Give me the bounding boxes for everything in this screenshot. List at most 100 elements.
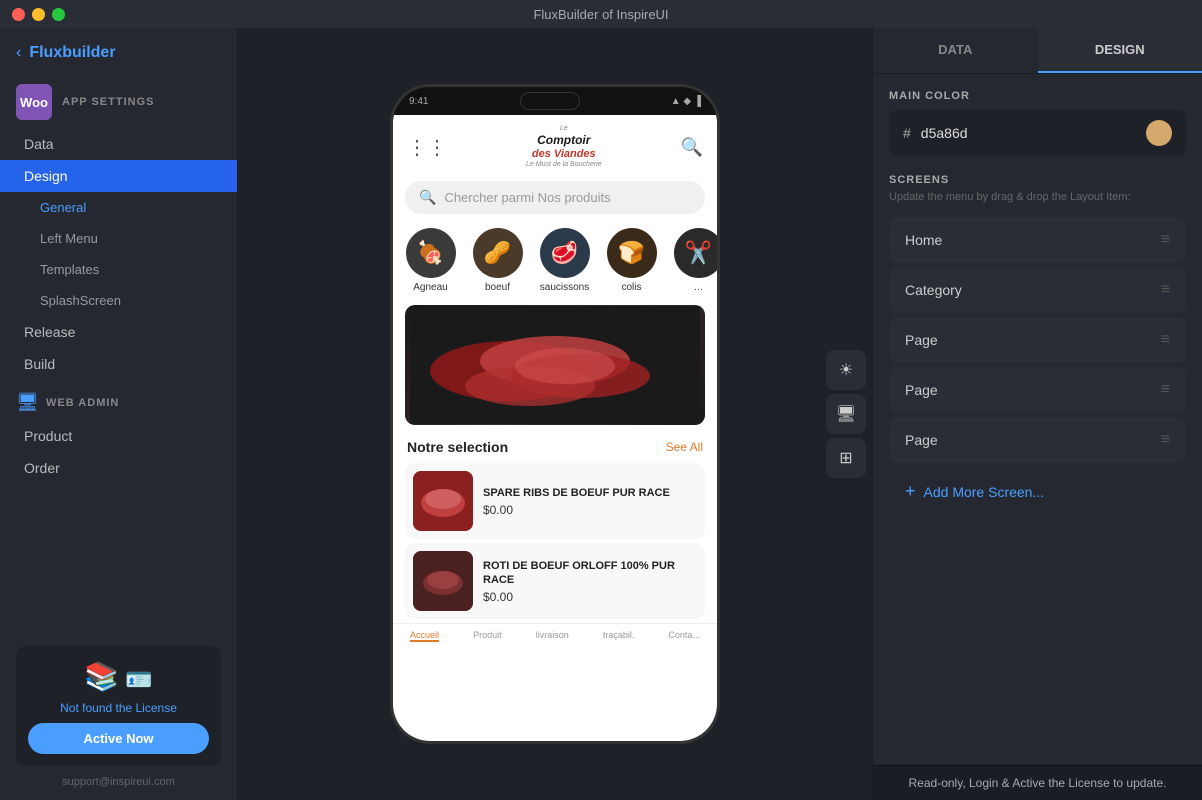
category-label-more: …	[694, 282, 704, 293]
product-card-1[interactable]: SPARE RIBS DE BOEUF PUR RACE $0.00	[405, 463, 705, 539]
sidebar-title: Fluxbuilder	[29, 44, 115, 62]
panel-content: MAIN COLOR # d5a86d SCREENS Update the m…	[873, 74, 1202, 765]
card-icon: 🪪	[125, 667, 152, 693]
books-icon: 📚	[84, 660, 119, 693]
phone-categories: 🍖 Agneau 🥜 boeuf 🥩 saucissons 🍞 colis	[393, 220, 717, 301]
main-color-label: MAIN COLOR	[889, 90, 1186, 102]
category-saucissons[interactable]: 🥩 saucissons	[537, 228, 592, 293]
category-boeuf[interactable]: 🥜 boeuf	[470, 228, 525, 293]
screen-item-page-1[interactable]: Page ≡	[889, 317, 1186, 363]
status-icons: ▲ ◆ ▐	[671, 96, 701, 107]
drag-handle-category[interactable]: ≡	[1161, 281, 1170, 299]
phone-camera	[520, 92, 580, 110]
category-label-colis: colis	[621, 282, 641, 293]
product-thumb-2	[413, 551, 473, 611]
back-icon[interactable]: ‹	[16, 44, 21, 62]
sidebar-header: ‹ Fluxbuilder	[0, 28, 237, 74]
product-card-2[interactable]: ROTI DE BOEUF ORLOFF 100% PUR RACE $0.00	[405, 543, 705, 619]
screen-label-page-1: Page	[905, 332, 938, 348]
phone-area: ☀ 🖥 ⊞ 9:41 ▲ ◆ ▐ ⋮⋮ Le Comptoir	[238, 28, 872, 800]
status-time: 9:41	[409, 96, 428, 107]
tab-design[interactable]: DESIGN	[1038, 28, 1202, 73]
app-settings-section: Woo APP SETTINGS	[0, 74, 237, 128]
bottom-nav-label-produit: Produit	[473, 630, 502, 640]
banner-image	[405, 305, 705, 425]
category-colis[interactable]: 🍞 colis	[604, 228, 659, 293]
store-logo: Le Comptoir des Viandes Le Must de la Bo…	[526, 125, 602, 169]
app-settings-label: APP SETTINGS	[62, 96, 154, 108]
bottom-nav-label-accueil: Accueil	[410, 630, 439, 642]
screen-label-page-3: Page	[905, 432, 938, 448]
woo-logo: Woo	[16, 84, 52, 120]
screen-label-page-2: Page	[905, 382, 938, 398]
screen-item-category[interactable]: Category ≡	[889, 267, 1186, 313]
screen-label-home: Home	[905, 232, 942, 248]
right-panel: DATA DESIGN MAIN COLOR # d5a86d SCREENS …	[872, 28, 1202, 800]
category-label-boeuf: boeuf	[485, 282, 510, 293]
bottom-nav-produit[interactable]: Produit	[473, 630, 502, 642]
color-swatch[interactable]	[1146, 120, 1172, 146]
product-name-2: ROTI DE BOEUF ORLOFF 100% PUR RACE	[483, 559, 697, 588]
screen-label-category: Category	[905, 282, 962, 298]
sidebar-item-left-menu[interactable]: Left Menu	[0, 223, 237, 254]
phone-banner	[405, 305, 705, 425]
store-viandes: des Viandes	[526, 148, 602, 161]
bottom-nav-label-conta: Conta...	[668, 630, 700, 640]
sidebar-nav: Data Design General Left Menu Templates …	[0, 128, 237, 634]
add-screen-button[interactable]: + Add More Screen...	[889, 467, 1186, 516]
screen-button[interactable]: 🖥	[826, 394, 866, 434]
close-button[interactable]	[12, 8, 25, 21]
phone-search-bar[interactable]: 🔍 Chercher parmi Nos produits	[405, 181, 705, 214]
bottom-nav-label-tracabil: traçabil.	[603, 630, 635, 640]
sidebar-item-data[interactable]: Data	[0, 128, 237, 160]
store-tagline-top: Le	[526, 125, 602, 133]
screen-item-page-3[interactable]: Page ≡	[889, 417, 1186, 463]
maximize-button[interactable]	[52, 8, 65, 21]
product-price-2: $0.00	[483, 590, 697, 604]
search-bar-icon: 🔍	[419, 189, 436, 206]
tab-data[interactable]: DATA	[873, 28, 1038, 73]
category-more[interactable]: ✂️ …	[671, 228, 717, 293]
window-title: FluxBuilder of InspireUI	[533, 7, 668, 22]
drag-handle-page-2[interactable]: ≡	[1161, 381, 1170, 399]
bottom-nav-conta[interactable]: Conta...	[668, 630, 700, 642]
sidebar-item-templates[interactable]: Templates	[0, 254, 237, 285]
grid-button[interactable]: ⊞	[826, 438, 866, 478]
web-admin-label: WEB ADMIN	[46, 397, 119, 409]
support-email: support@inspireui.com	[16, 776, 221, 788]
sidebar-item-release[interactable]: Release	[0, 316, 237, 348]
license-not-found-text: Not found the License	[60, 701, 177, 715]
color-value: d5a86d	[921, 125, 1136, 141]
sidebar-item-build[interactable]: Build	[0, 348, 237, 380]
active-now-button[interactable]: Active Now	[28, 723, 209, 754]
minimize-button[interactable]	[32, 8, 45, 21]
category-label-saucissons: saucissons	[540, 282, 589, 293]
sidebar-item-design[interactable]: Design	[0, 160, 237, 192]
sidebar-item-product[interactable]: Product	[0, 420, 237, 452]
store-name: Comptoir	[526, 133, 602, 147]
bottom-nav-tracabil[interactable]: traçabil.	[603, 630, 635, 642]
color-row[interactable]: # d5a86d	[889, 110, 1186, 156]
hamburger-icon[interactable]: ⋮⋮	[407, 135, 447, 160]
category-circle-colis: 🍞	[607, 228, 657, 278]
sidebar-item-general[interactable]: General	[0, 192, 237, 223]
sidebar-item-order[interactable]: Order	[0, 452, 237, 484]
see-all-button[interactable]: See All	[666, 440, 703, 454]
screens-hint: Update the menu by drag & drop the Layou…	[889, 190, 1186, 205]
screen-item-home[interactable]: Home ≡	[889, 217, 1186, 263]
drag-handle-home[interactable]: ≡	[1161, 231, 1170, 249]
screen-item-page-2[interactable]: Page ≡	[889, 367, 1186, 413]
phone-notch: 9:41 ▲ ◆ ▐	[393, 87, 717, 115]
license-icons: 📚 🪪	[84, 660, 152, 693]
sidebar-item-splash-screen[interactable]: SplashScreen	[0, 285, 237, 316]
phone-search-icon[interactable]: 🔍	[681, 137, 703, 158]
bottom-nav-accueil[interactable]: Accueil	[410, 630, 439, 642]
bottom-nav-livraison[interactable]: livraison	[536, 630, 569, 642]
brightness-button[interactable]: ☀	[826, 350, 866, 390]
category-agneau[interactable]: 🍖 Agneau	[403, 228, 458, 293]
main-layout: ‹ Fluxbuilder Woo APP SETTINGS Data Desi…	[0, 28, 1202, 800]
drag-handle-page-1[interactable]: ≡	[1161, 331, 1170, 349]
drag-handle-page-3[interactable]: ≡	[1161, 431, 1170, 449]
phone-mockup: 9:41 ▲ ◆ ▐ ⋮⋮ Le Comptoir des Viandes Le…	[390, 84, 720, 744]
phone-content: ⋮⋮ Le Comptoir des Viandes Le Must de la…	[393, 115, 717, 741]
